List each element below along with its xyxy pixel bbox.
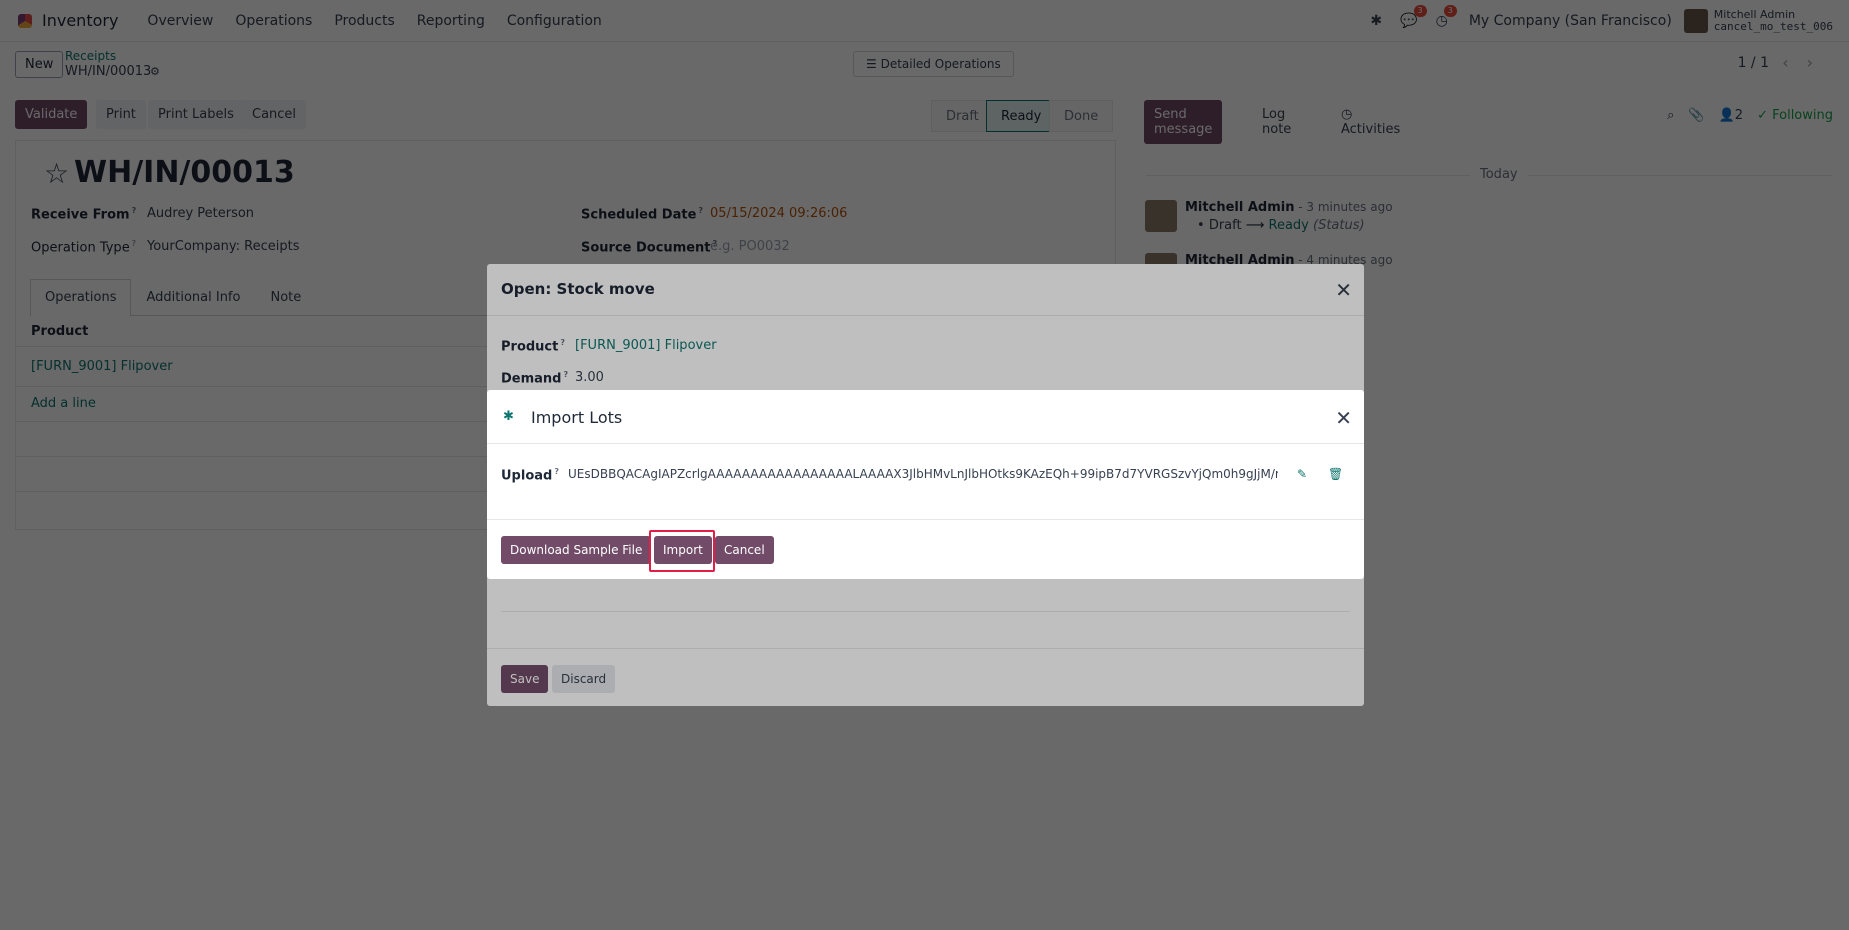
trash-icon[interactable]: 🗑 <box>1328 467 1343 481</box>
dialog-header: ✱ Import Lots ✕ <box>487 390 1364 444</box>
close-icon[interactable]: ✕ <box>1335 406 1352 430</box>
import-lots-dialog: ✱ Import Lots ✕ Upload? UEsDBBQACAgIAPZc… <box>487 390 1364 579</box>
page: Inventory Overview Operations Products R… <box>0 0 1849 930</box>
upload-label: Upload? <box>501 467 559 484</box>
download-sample-file-button[interactable]: Download Sample File <box>501 536 652 564</box>
bug-icon: ✱ <box>503 409 514 424</box>
upload-file-value[interactable]: UEsDBBQACAgIAPZcrlgAAAAAAAAAAAAAAAAALAAA… <box>568 467 1278 481</box>
dialog-title: Import Lots <box>531 408 623 427</box>
pencil-icon[interactable]: ✎ <box>1297 467 1307 481</box>
cancel-button[interactable]: Cancel <box>715 536 774 564</box>
dialog-footer: Download Sample File Import Cancel <box>487 519 1364 579</box>
import-highlight-box <box>649 530 715 572</box>
